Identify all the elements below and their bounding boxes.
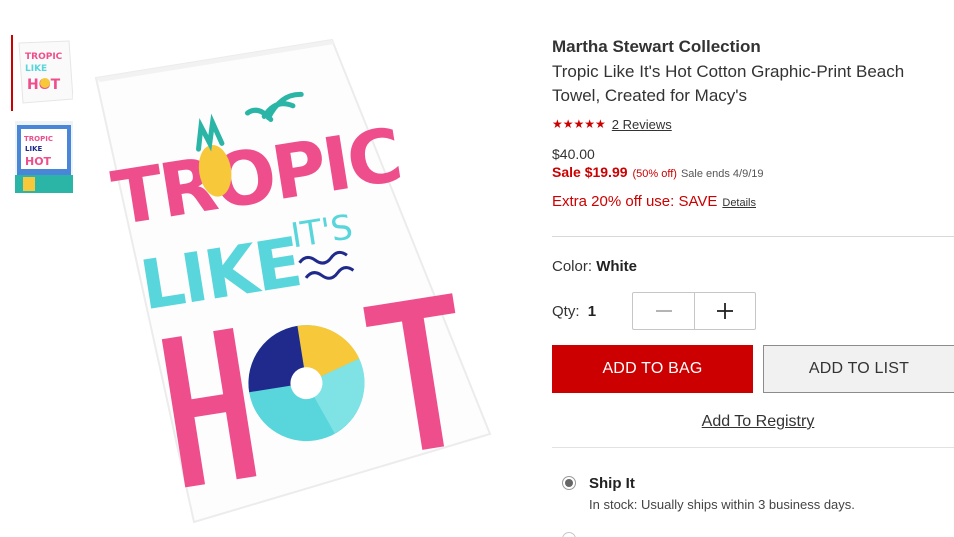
ship-it-option[interactable]: Ship It In stock: Usually ships within 3… bbox=[562, 475, 855, 512]
quantity-row: Qty: 1 bbox=[552, 292, 756, 330]
towel-front-thumbnail-image: TROPIC LIKE HOT bbox=[18, 40, 73, 104]
plus-icon bbox=[717, 303, 733, 319]
quantity-value: 1 bbox=[587, 302, 597, 320]
product-main-image: TROPIC LIKE IT'S bbox=[94, 38, 492, 524]
divider bbox=[552, 236, 954, 237]
towel-lifestyle-thumbnail-image: TROPIC LIKE HOT bbox=[15, 121, 73, 193]
thumbnail-towel-lifestyle[interactable]: TROPIC LIKE HOT bbox=[11, 119, 73, 195]
product-title: Tropic Like It's Hot Cotton Graphic-Prin… bbox=[552, 62, 905, 105]
sale-row: Sale $19.99 (50% off) Sale ends 4/9/19 bbox=[552, 164, 954, 180]
thumbnail-towel-front[interactable]: TROPIC LIKE HOT bbox=[11, 35, 73, 111]
quantity-stepper bbox=[632, 292, 756, 330]
details-link[interactable]: Details bbox=[722, 197, 756, 209]
percent-off: (50% off) bbox=[632, 168, 677, 180]
ship-it-text: Ship It In stock: Usually ships within 3… bbox=[589, 475, 855, 512]
ship-it-radio[interactable] bbox=[562, 476, 576, 490]
sale-price: Sale $19.99 bbox=[552, 164, 628, 180]
original-price: $40.00 bbox=[552, 146, 595, 162]
sale-ends: Sale ends 4/9/19 bbox=[680, 168, 764, 180]
action-buttons: ADD TO BAG ADD TO LIST bbox=[552, 345, 954, 393]
minus-icon bbox=[655, 310, 672, 312]
decrease-quantity-button[interactable] bbox=[633, 293, 694, 329]
divider bbox=[552, 447, 954, 448]
brand-name[interactable]: Martha Stewart Collection bbox=[552, 36, 954, 58]
quantity-label: Qty: bbox=[552, 302, 580, 320]
star-rating-icon: ★★★★★ bbox=[552, 117, 606, 131]
thumbnail-list: TROPIC LIKE HOT TROPIC LIKE HOT bbox=[11, 35, 77, 203]
quantity-label-group: Qty: 1 bbox=[552, 303, 632, 320]
svg-text:LIKE: LIKE bbox=[25, 64, 47, 74]
svg-text:TROPIC: TROPIC bbox=[25, 52, 63, 62]
product-info: Martha Stewart Collection Tropic Like It… bbox=[552, 36, 954, 210]
rating-row: ★★★★★ 2 Reviews bbox=[552, 116, 954, 132]
svg-text:HOT: HOT bbox=[25, 155, 52, 168]
ship-it-title: Ship It bbox=[589, 475, 635, 492]
color-label: Color: bbox=[552, 258, 593, 275]
svg-text:TROPIC: TROPIC bbox=[24, 135, 53, 143]
color-row: Color: White bbox=[552, 258, 637, 275]
add-to-bag-button[interactable]: ADD TO BAG bbox=[552, 345, 753, 393]
increase-quantity-button[interactable] bbox=[694, 293, 755, 329]
svg-text:LIKE: LIKE bbox=[25, 145, 42, 153]
pickup-radio[interactable] bbox=[562, 532, 576, 537]
promo-text: Extra 20% off use: SAVE bbox=[552, 193, 718, 210]
reviews-link[interactable]: 2 Reviews bbox=[612, 117, 672, 132]
add-to-registry-link[interactable]: Add To Registry bbox=[552, 413, 954, 431]
ship-it-availability: In stock: Usually ships within 3 busines… bbox=[589, 497, 855, 512]
promo-row: Extra 20% off use: SAVE Details bbox=[552, 193, 954, 210]
radio-selected-dot bbox=[565, 479, 573, 487]
add-to-list-button[interactable]: ADD TO LIST bbox=[763, 345, 954, 393]
color-value: White bbox=[596, 258, 638, 275]
